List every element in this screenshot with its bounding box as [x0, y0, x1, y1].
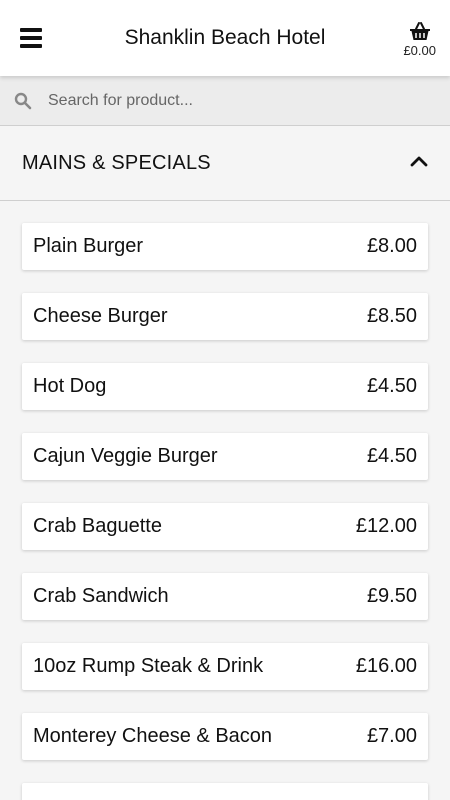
- product-price: £8.50: [366, 305, 417, 327]
- product-price: £4.50: [366, 375, 417, 397]
- product-price: £12.00: [355, 515, 417, 537]
- basket-icon: [409, 21, 430, 40]
- chevron-up-icon[interactable]: [410, 154, 428, 172]
- product-item[interactable]: Plain Burger £8.00: [22, 223, 428, 270]
- search-input[interactable]: [48, 91, 428, 110]
- product-price: £7.00: [366, 725, 417, 747]
- product-name: Cajun Veggie Burger: [33, 445, 218, 467]
- product-price: £8.00: [366, 235, 417, 257]
- product-item[interactable]: Hot Dog £4.50: [22, 363, 428, 410]
- product-item[interactable]: Crab Baguette £12.00: [22, 503, 428, 550]
- product-price: £9.50: [366, 585, 417, 607]
- product-item[interactable]: Cheese Burger £8.50: [22, 293, 428, 340]
- product-item[interactable]: [22, 783, 428, 800]
- product-name: Crab Sandwich: [33, 585, 169, 607]
- product-name: Cheese Burger: [33, 305, 168, 327]
- cart-total: £0.00: [403, 42, 436, 58]
- hamburger-menu-icon[interactable]: [20, 27, 42, 49]
- product-name: Monterey Cheese & Bacon: [33, 725, 273, 747]
- product-name: 10oz Rump Steak & Drink: [33, 655, 264, 677]
- category-title: MAINS & SPECIALS: [22, 151, 211, 174]
- product-item[interactable]: Monterey Cheese & Bacon £7.00: [22, 713, 428, 760]
- category-header-mains-specials[interactable]: MAINS & SPECIALS: [0, 126, 450, 201]
- product-list: Plain Burger £8.00 Cheese Burger £8.50 H…: [0, 201, 450, 800]
- app-header: Shanklin Beach Hotel £0.00: [0, 0, 450, 76]
- product-name: Hot Dog: [33, 375, 107, 397]
- product-price: £4.50: [366, 445, 417, 467]
- product-item[interactable]: Crab Sandwich £9.50: [22, 573, 428, 620]
- product-price: £16.00: [355, 655, 417, 677]
- search-icon: [14, 92, 32, 109]
- product-name: Plain Burger: [33, 235, 144, 257]
- page-title: Shanklin Beach Hotel: [124, 26, 326, 49]
- cart-button[interactable]: £0.00: [403, 19, 436, 58]
- product-item[interactable]: 10oz Rump Steak & Drink £16.00: [22, 643, 428, 690]
- product-item[interactable]: Cajun Veggie Burger £4.50: [22, 433, 428, 480]
- search-bar: [0, 76, 450, 126]
- product-name: Crab Baguette: [33, 515, 162, 537]
